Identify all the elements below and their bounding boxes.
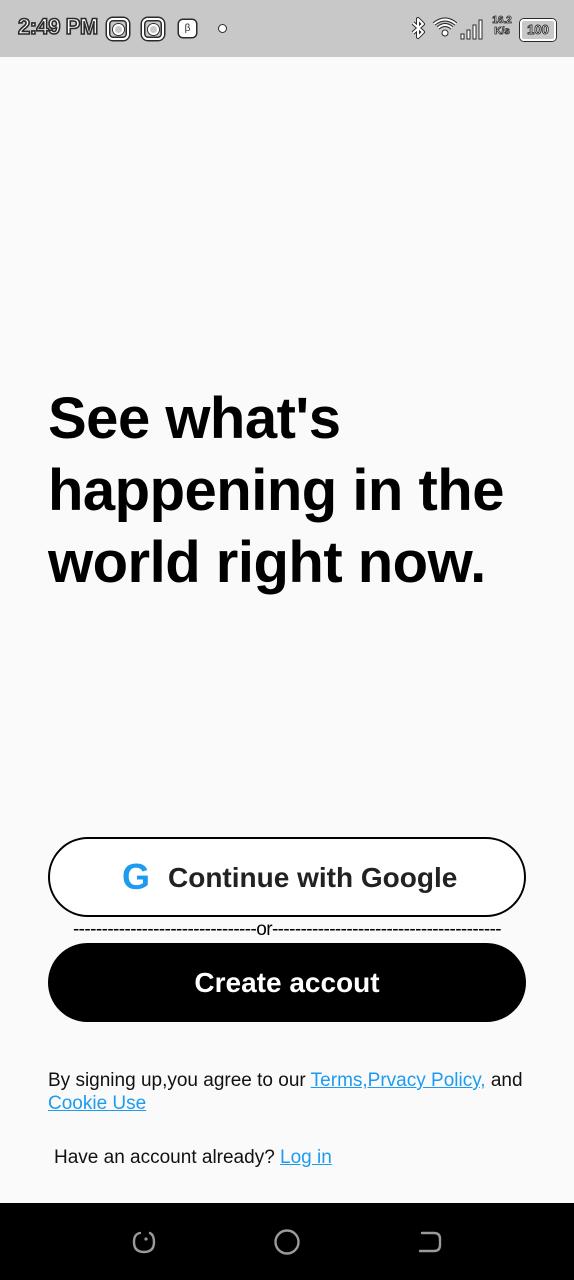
headline-line: See what's [48,386,341,451]
divider-line-left: -------------------------------- [72,919,257,940]
battery-icon: 100 [520,19,556,41]
status-bar: 2:49 PM β 16.2 K/s 100 [0,0,574,57]
dot-icon [219,25,226,32]
home-icon[interactable] [273,1228,301,1256]
terms-middle: and [485,1070,523,1091]
divider-or-text: or [256,919,272,940]
wifi-icon [432,17,458,37]
network-speed-unit: K/s [494,26,510,38]
login-row: Have an account already? Log in [54,1146,332,1169]
or-divider: --------------------------------or------… [57,919,517,943]
bluetooth-icon [411,17,425,39]
divider-line-right: ---------------------------------------- [271,919,502,940]
login-prompt: Have an account already? [54,1147,281,1168]
login-link[interactable]: Log in [280,1147,332,1168]
google-icon: G [122,856,151,897]
create-account-label: Create accout [194,967,380,998]
create-account-button[interactable]: Create accout [48,943,526,1022]
app-notification-icon: β [179,20,196,37]
cookie-use-link[interactable]: Cookie Use [48,1093,146,1114]
terms-privacy-link[interactable]: Terms,Prvacy Policy, [311,1070,486,1091]
instagram-icon [142,18,164,40]
back-icon[interactable] [416,1228,444,1256]
continue-with-google-button[interactable]: G Continue with Google [48,837,526,917]
headline: See what's happening in the world right … [48,383,548,599]
signal-icon [460,19,483,40]
screen: 2:49 PM β 16.2 K/s 100 See what's happen… [0,0,574,1280]
status-time: 2:49 PM [17,13,99,40]
recents-icon[interactable] [130,1228,158,1256]
navigation-bar [0,1203,574,1280]
instagram-icon [107,18,129,40]
network-speed-value: 16.2 [492,15,512,27]
terms-text: By signing up,you agree to our Terms,Prv… [48,1069,548,1115]
headline-line: world right now. [48,530,486,595]
headline-line: happening in the [48,458,504,523]
network-speed: 16.2 K/s [490,15,514,38]
terms-prefix: By signing up,you agree to our [48,1070,311,1091]
google-button-label: Continue with Google [168,862,458,893]
